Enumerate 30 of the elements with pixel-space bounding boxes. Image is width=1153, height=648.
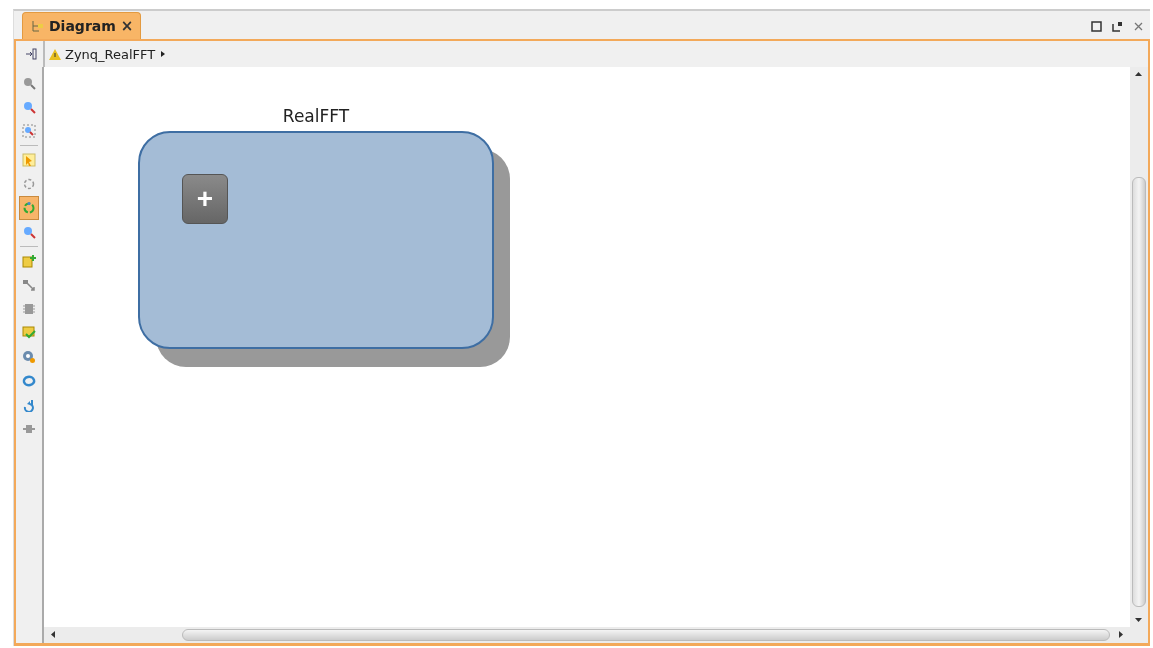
- maximize-icon[interactable]: [1091, 20, 1102, 32]
- block-title: RealFFT: [281, 105, 351, 128]
- expand-button[interactable]: +: [182, 174, 228, 224]
- select-icon: [22, 153, 36, 167]
- search-icon: [22, 225, 36, 239]
- add-icon: [22, 254, 36, 268]
- ip-block[interactable]: +: [138, 131, 494, 349]
- pan-icon: [22, 177, 36, 191]
- breadcrumb-label[interactable]: Zynq_RealFFT: [65, 46, 156, 62]
- hierarchy-icon: [30, 19, 44, 33]
- zoom-in-icon: [22, 76, 36, 90]
- scroll-up-icon[interactable]: [1135, 71, 1142, 78]
- close-icon[interactable]: [1133, 20, 1144, 32]
- close-tab-button[interactable]: ×: [120, 17, 134, 35]
- horizontal-scrollbar[interactable]: [44, 627, 1148, 643]
- collapse-icon: [24, 47, 38, 61]
- zoom-out-icon: [22, 100, 36, 114]
- diagram-tab[interactable]: Diagram ×: [22, 12, 142, 39]
- scroll-left-icon[interactable]: [50, 631, 57, 638]
- port-icon: [22, 422, 36, 436]
- regenerate-icon: [22, 201, 36, 215]
- validate-icon: [22, 326, 36, 340]
- restore-icon[interactable]: [1112, 20, 1123, 32]
- wire-icon: [22, 278, 36, 292]
- regenerate-tool-button[interactable]: [19, 196, 39, 220]
- scroll-down-icon[interactable]: [1135, 616, 1142, 623]
- zoom-fit-icon: [22, 124, 36, 138]
- scroll-right-icon[interactable]: [1117, 631, 1124, 638]
- vertical-scrollbar[interactable]: [1130, 67, 1148, 627]
- chip-icon: [22, 302, 36, 316]
